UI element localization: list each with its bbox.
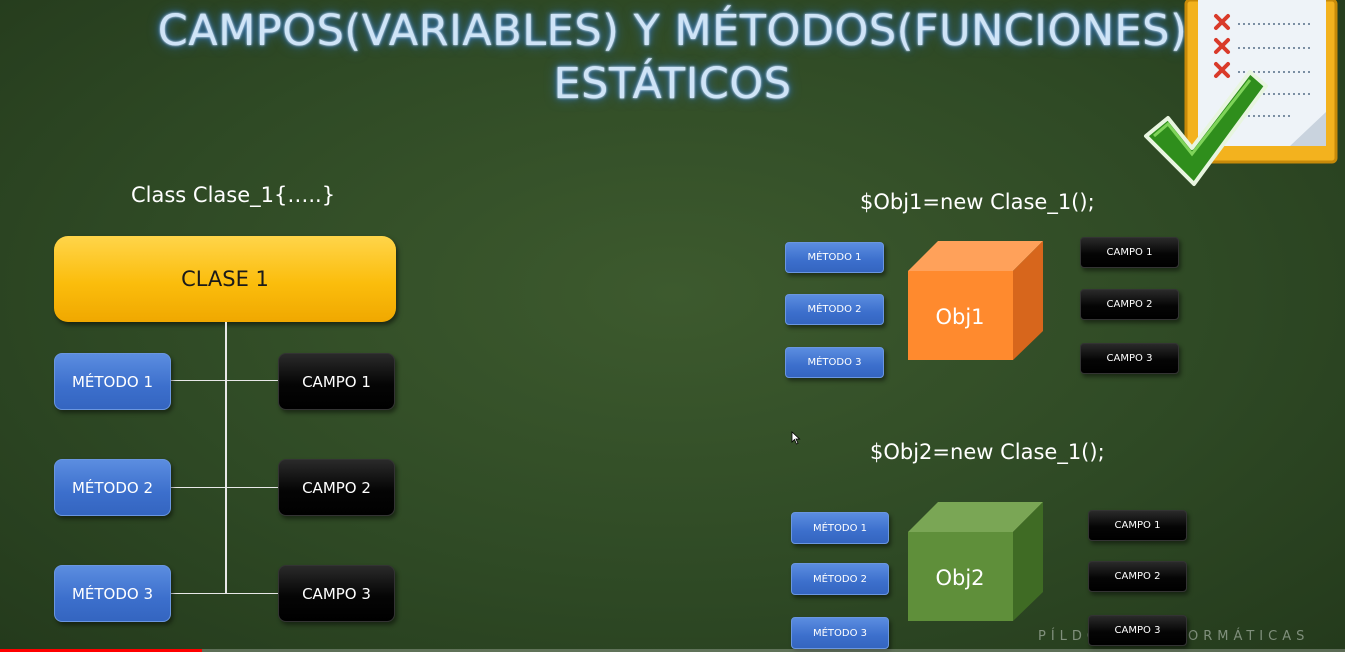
checkmark-icon [1144,70,1268,186]
obj2-cube: Obj2 [908,502,1043,621]
obj1-method-2: MÉTODO 2 [785,294,884,325]
class-method-3: MÉTODO 3 [54,565,171,622]
obj2-method-3: MÉTODO 3 [791,617,889,649]
class-method-2: MÉTODO 2 [54,459,171,516]
obj2-field-1: CAMPO 1 [1088,510,1187,541]
class-field-1: CAMPO 1 [278,353,395,410]
connector-row-1 [171,380,278,381]
connector-row-2 [171,487,278,488]
obj1-field-2: CAMPO 2 [1080,289,1179,320]
obj1-label: Obj1 [935,305,984,329]
class-method-1: MÉTODO 1 [54,353,171,410]
class-field-2: CAMPO 2 [278,459,395,516]
obj2-method-1: MÉTODO 1 [791,512,889,544]
obj1-method-1: MÉTODO 1 [785,242,884,273]
obj2-field-3: CAMPO 3 [1088,615,1187,646]
obj1-cube: Obj1 [908,241,1043,360]
obj2-label: Obj2 [935,566,984,590]
obj2-method-2: MÉTODO 2 [791,563,889,595]
mouse-cursor-icon [791,431,801,445]
connector-row-3 [171,593,278,594]
obj1-code: $Obj1=new Clase_1(); [860,190,1095,214]
obj1-field-1: CAMPO 1 [1080,237,1179,268]
class-box: CLASE 1 [54,236,396,322]
obj1-field-3: CAMPO 3 [1080,343,1179,374]
class-field-3: CAMPO 3 [278,565,395,622]
class-code: Class Clase_1{…..} [131,183,336,207]
obj2-code: $Obj2=new Clase_1(); [870,440,1105,464]
connector-vertical [225,322,227,593]
obj2-field-2: CAMPO 2 [1088,561,1187,592]
obj1-method-3: MÉTODO 3 [785,347,884,378]
